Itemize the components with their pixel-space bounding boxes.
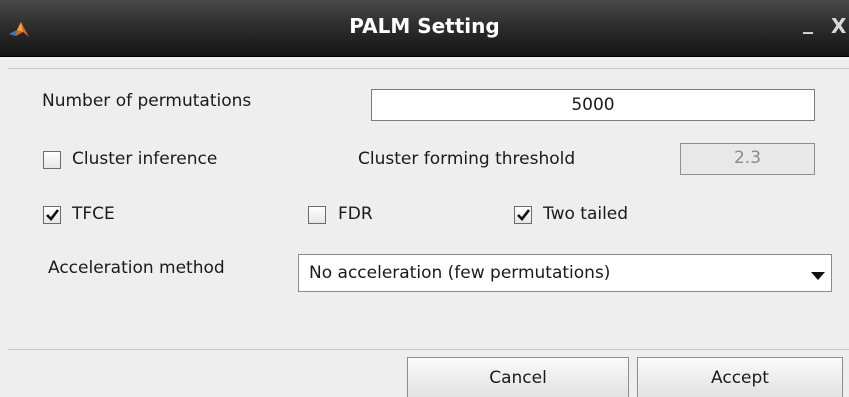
two-tailed-label: Two tailed [543, 204, 629, 224]
close-icon[interactable]: X [831, 14, 846, 38]
palm-setting-dialog: PALM Setting _ X Number of permutations … [0, 0, 849, 397]
cluster-inference-checkbox[interactable] [43, 151, 61, 169]
fdr-label: FDR [338, 204, 373, 224]
permutations-input[interactable]: 5000 [371, 89, 815, 121]
cluster-inference-label: Cluster inference [72, 149, 218, 169]
cluster-threshold-input[interactable]: 2.3 [680, 143, 815, 175]
permutations-label: Number of permutations [42, 91, 252, 111]
acceleration-select[interactable]: No acceleration (few permutations) [298, 254, 832, 292]
fdr-checkbox[interactable] [308, 206, 326, 224]
settings-panel: Number of permutations 5000 Cluster infe… [8, 68, 849, 350]
minimize-icon[interactable]: _ [803, 10, 813, 34]
checkmark-icon [517, 209, 531, 221]
tfce-checkbox[interactable] [43, 206, 61, 224]
cancel-button[interactable]: Cancel [407, 357, 629, 397]
acceleration-selected-value: No acceleration (few permutations) [309, 263, 611, 283]
acceleration-label: Acceleration method [48, 258, 225, 278]
two-tailed-checkbox[interactable] [514, 206, 532, 224]
accept-button[interactable]: Accept [637, 357, 843, 397]
checkmark-icon [46, 209, 60, 221]
title-bar[interactable]: PALM Setting _ X [0, 0, 849, 57]
chevron-down-icon[interactable] [809, 267, 827, 287]
cluster-threshold-label: Cluster forming threshold [358, 149, 576, 169]
tfce-label: TFCE [72, 204, 115, 224]
window-title: PALM Setting [349, 14, 500, 38]
